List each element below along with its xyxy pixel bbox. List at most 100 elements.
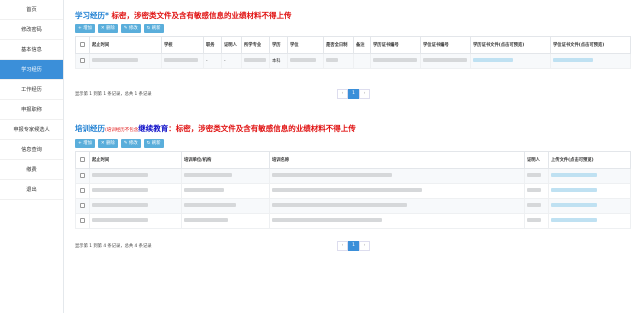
cell-duty: -: [203, 53, 222, 69]
select-all-checkbox[interactable]: [75, 36, 90, 54]
table-row[interactable]: [75, 183, 631, 199]
row-checkbox[interactable]: [75, 198, 90, 214]
prev-page-button[interactable]: ‹: [337, 89, 348, 99]
study-table-header: 起止时间 学校 职务 证明人 所学专业 学历 学位 是否全日制 备注 学历证书编…: [75, 36, 631, 54]
study-refresh-button[interactable]: ↻ 刷新: [143, 24, 164, 33]
col-major[interactable]: 所学专业: [241, 36, 270, 54]
col-degree-cert-file[interactable]: 学位证书文件(点击可预览): [550, 36, 631, 54]
cell-witness: [524, 183, 549, 199]
cell-education: 本科: [269, 53, 288, 69]
cell-upload-file[interactable]: [548, 213, 631, 229]
sidebar-item-work-history[interactable]: 工作经历: [0, 80, 63, 100]
row-checkbox[interactable]: [75, 213, 90, 229]
study-delete-button[interactable]: ✕ 删除: [97, 24, 118, 33]
table-row[interactable]: [75, 213, 631, 229]
col-school[interactable]: 学校: [161, 36, 204, 54]
training-pager: ‹ 1 ›: [337, 241, 370, 251]
sidebar-item-home[interactable]: 首页: [0, 0, 63, 20]
cell-institution: [181, 198, 270, 214]
training-refresh-button[interactable]: ↻ 刷新: [143, 139, 164, 148]
sidebar-item-query[interactable]: 信息查询: [0, 140, 63, 160]
cell-period: [89, 53, 162, 69]
col-witness[interactable]: 证明人: [221, 36, 242, 54]
table-row[interactable]: [75, 168, 631, 184]
cell-upload-file[interactable]: [548, 168, 631, 184]
cell-period: [89, 183, 182, 199]
col-duty[interactable]: 职务: [203, 36, 222, 54]
study-title: 学习经历*: [75, 11, 109, 20]
cell-upload-file[interactable]: [548, 183, 631, 199]
sidebar-item-basic-info[interactable]: 基本信息: [0, 40, 63, 60]
training-warning: ：标密，涉密类文件及含有敏感信息的业绩材料不得上传: [168, 124, 356, 133]
cell-fulltime: [323, 53, 354, 69]
training-continuing: 继续教育: [138, 124, 169, 133]
cell-upload-file[interactable]: [548, 198, 631, 214]
col-fulltime[interactable]: 是否全日制: [323, 36, 354, 54]
study-table: 起止时间 学校 职务 证明人 所学专业 学历 学位 是否全日制 备注 学历证书编…: [75, 36, 631, 69]
col-education[interactable]: 学历: [269, 36, 288, 54]
sidebar-item-change-password[interactable]: 修改密码: [0, 20, 63, 40]
col-remark[interactable]: 备注: [353, 36, 371, 54]
col-edu-cert-file[interactable]: 学历证书文件(点击可预览): [470, 36, 551, 54]
col-period[interactable]: 起止时间: [89, 36, 162, 54]
col-upload-file[interactable]: 上传文件(点击可预览): [548, 151, 631, 169]
table-row[interactable]: [75, 198, 631, 214]
training-toolbar: + 增加 ✕ 删除 ✎ 修改 ↻ 刷新: [75, 139, 630, 148]
row-checkbox[interactable]: [75, 53, 90, 69]
prev-page-button[interactable]: ‹: [337, 241, 348, 251]
study-edit-button[interactable]: ✎ 修改: [120, 24, 141, 33]
cell-degree-cert-file[interactable]: [550, 53, 631, 69]
sidebar-item-study-history[interactable]: 学习经历: [0, 60, 63, 80]
col-institution[interactable]: 培训单位/机构: [181, 151, 270, 169]
cell-period: [89, 213, 182, 229]
col-period[interactable]: 起止时间: [89, 151, 182, 169]
cell-remark: [353, 53, 371, 69]
cell-training-name: [269, 168, 525, 184]
study-section-title: 学习经历* 标密，涉密类文件及含有敏感信息的业绩材料不得上传: [75, 11, 630, 21]
cell-training-name: [269, 198, 525, 214]
study-page-info: 显示第 1 到第 1 条记录，总共 1 条记录: [75, 92, 152, 97]
edit-icon: ✎: [123, 141, 128, 146]
select-all-checkbox[interactable]: [75, 151, 90, 169]
next-page-button[interactable]: ›: [359, 89, 370, 99]
cell-degree-cert-no: [420, 53, 471, 69]
cell-training-name: [269, 183, 525, 199]
training-edit-button[interactable]: ✎ 修改: [120, 139, 141, 148]
study-section: 学习经历* 标密，涉密类文件及含有敏感信息的业绩材料不得上传 + 增加 ✕ 删除 ✎…: [75, 11, 631, 99]
sidebar-item-apply-expert[interactable]: 申报专家候选人: [0, 120, 63, 140]
col-edu-cert-no[interactable]: 学历证书编号: [370, 36, 421, 54]
cell-major: [241, 53, 270, 69]
row-checkbox[interactable]: [75, 168, 90, 184]
table-row[interactable]: - - 本科: [75, 53, 631, 69]
training-delete-button[interactable]: ✕ 删除: [97, 139, 118, 148]
refresh-icon: ↻: [146, 141, 151, 146]
study-pagination: 显示第 1 到第 1 条记录，总共 1 条记录 ‹ 1 ›: [75, 89, 630, 99]
edit-icon: ✎: [123, 26, 128, 31]
cell-witness: -: [221, 53, 242, 69]
col-training-name[interactable]: 培训名称: [269, 151, 525, 169]
cell-degree: [287, 53, 324, 69]
training-section-title: 培训经历(培训经历不包含继续教育：标密，涉密类文件及含有敏感信息的业绩材料不得上…: [75, 124, 630, 136]
col-degree[interactable]: 学位: [287, 36, 324, 54]
training-add-button[interactable]: + 增加: [75, 139, 95, 148]
cell-institution: [181, 183, 270, 199]
page-1-button[interactable]: 1: [348, 241, 359, 251]
sidebar-item-payment[interactable]: 缴费: [0, 160, 63, 180]
sidebar-item-logout[interactable]: 退出: [0, 180, 63, 200]
cell-institution: [181, 213, 270, 229]
training-table: 起止时间 培训单位/机构 培训名称 证明人 上传文件(点击可预览): [75, 151, 631, 229]
study-add-button[interactable]: + 增加: [75, 24, 95, 33]
training-section: 培训经历(培训经历不包含继续教育：标密，涉密类文件及含有敏感信息的业绩材料不得上…: [75, 124, 631, 251]
cell-training-name: [269, 213, 525, 229]
col-degree-cert-no[interactable]: 学位证书编号: [420, 36, 471, 54]
cell-school: [161, 53, 204, 69]
col-witness[interactable]: 证明人: [524, 151, 549, 169]
close-icon: ✕: [100, 26, 105, 31]
cell-edu-cert-file[interactable]: [470, 53, 551, 69]
sidebar-item-apply-title[interactable]: 申报职称: [0, 100, 63, 120]
next-page-button[interactable]: ›: [359, 241, 370, 251]
page-1-button[interactable]: 1: [348, 89, 359, 99]
close-icon: ✕: [100, 141, 105, 146]
row-checkbox[interactable]: [75, 183, 90, 199]
training-page-info: 显示第 1 到第 4 条记录，总共 4 条记录: [75, 244, 152, 249]
